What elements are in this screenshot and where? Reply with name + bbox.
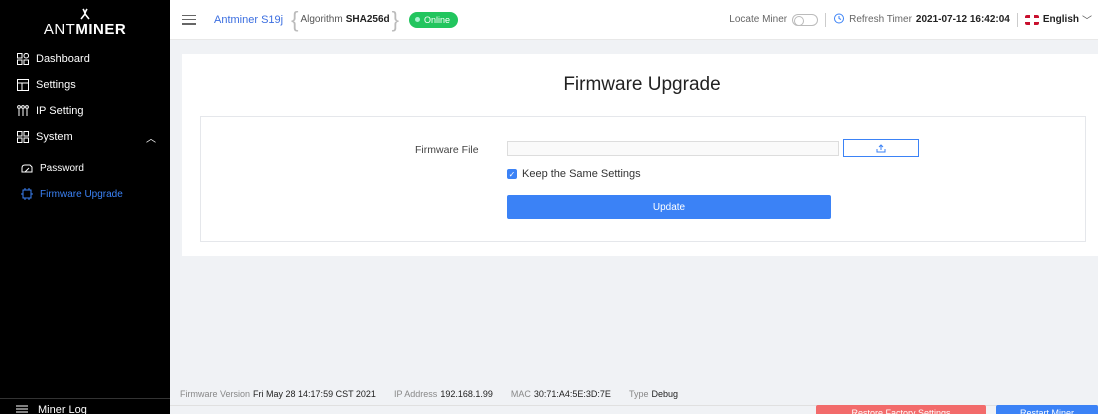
chevron-down-icon: ﹀ bbox=[1082, 16, 1092, 27]
lock-icon bbox=[20, 161, 34, 175]
restart-miner-button[interactable]: Restart Miner bbox=[996, 405, 1098, 414]
sidebar-item-settings[interactable]: Settings bbox=[0, 72, 170, 98]
upload-icon bbox=[876, 143, 886, 152]
sidebar-item-miner-log[interactable]: Miner Log bbox=[0, 398, 170, 414]
header-right: Locate Miner Refresh Timer 2021-07-12 16… bbox=[729, 12, 1098, 27]
sidebar-item-label: Settings bbox=[36, 79, 76, 91]
firmware-form-card: Firmware File ✓ Keep the Same Settings U… bbox=[200, 116, 1086, 242]
keep-settings-option[interactable]: ✓ Keep the Same Settings bbox=[507, 168, 641, 180]
firmware-version-label: Firmware Version bbox=[180, 389, 251, 399]
locate-miner-toggle[interactable] bbox=[792, 13, 819, 26]
mac-value: 30:71:A4:5E:3D:7E bbox=[533, 389, 611, 399]
firmware-file-input[interactable] bbox=[507, 141, 839, 156]
uk-flag-icon bbox=[1024, 14, 1039, 25]
dashboard-icon bbox=[16, 52, 30, 66]
divider bbox=[1016, 12, 1018, 27]
locate-miner-label: Locate Miner bbox=[729, 14, 788, 25]
brand-name: ANTMINER bbox=[43, 21, 127, 38]
miner-model: Antminer S19j bbox=[214, 13, 284, 26]
sidebar-item-ip-setting[interactable]: IP Setting bbox=[0, 98, 170, 124]
language-selector[interactable]: English ﹀ bbox=[1024, 12, 1092, 27]
ant-logo-icon bbox=[80, 8, 90, 20]
settings-icon bbox=[16, 78, 30, 92]
sidebar-item-label: Firmware Upgrade bbox=[40, 188, 123, 200]
refresh-timer-value: 2021-07-12 16:42:04 bbox=[915, 14, 1010, 25]
sidebar-item-system[interactable]: System ︿ bbox=[0, 124, 170, 150]
keep-settings-checkbox[interactable]: ✓ bbox=[507, 169, 517, 179]
network-icon bbox=[16, 104, 30, 118]
divider bbox=[825, 12, 827, 27]
firmware-file-label: Firmware File bbox=[415, 144, 479, 156]
sidebar: ANTMINER Dashboard Settings IP Setting S… bbox=[0, 0, 170, 414]
firmware-version-value: Fri May 28 14:17:59 CST 2021 bbox=[253, 389, 376, 399]
sidebar-item-label: Password bbox=[40, 162, 84, 174]
status-dot-icon bbox=[414, 17, 420, 22]
refresh-icon[interactable] bbox=[833, 12, 845, 27]
upload-button[interactable] bbox=[843, 139, 919, 157]
type-label: Type bbox=[628, 389, 649, 399]
type-value: Debug bbox=[651, 389, 678, 399]
page-title: Firmware Upgrade bbox=[563, 74, 721, 95]
sidebar-item-label: IP Setting bbox=[36, 105, 84, 117]
menu-toggle-icon[interactable] bbox=[182, 14, 196, 25]
algorithm-label: Algorithm bbox=[300, 14, 343, 25]
algorithm-info: { Algorithm SHA256d } bbox=[291, 6, 399, 32]
system-icon bbox=[16, 130, 30, 144]
sidebar-item-label: System bbox=[36, 131, 73, 143]
device-info: Firmware Version Fri May 28 14:17:59 CST… bbox=[180, 389, 696, 399]
sidebar-item-password[interactable]: Password bbox=[0, 155, 170, 181]
top-header: Antminer S19j { Algorithm SHA256d } Onli… bbox=[170, 0, 1098, 40]
keep-settings-label: Keep the Same Settings bbox=[522, 168, 641, 180]
refresh-timer-label: Refresh Timer bbox=[849, 14, 912, 25]
ip-address-value: 192.168.1.99 bbox=[440, 389, 493, 399]
brand-logo: ANTMINER bbox=[0, 0, 170, 46]
status-badge: Online bbox=[408, 11, 458, 28]
footer: Firmware Version Fri May 28 14:17:59 CST… bbox=[170, 389, 1098, 414]
log-icon bbox=[16, 404, 30, 414]
sidebar-item-label: Dashboard bbox=[36, 53, 90, 65]
mac-label: MAC bbox=[510, 389, 531, 399]
sidebar-item-label: Miner Log bbox=[38, 403, 87, 414]
ip-address-label: IP Address bbox=[393, 389, 438, 399]
chip-icon bbox=[20, 187, 34, 201]
sidebar-item-firmware-upgrade[interactable]: Firmware Upgrade bbox=[0, 181, 170, 207]
sidebar-item-dashboard[interactable]: Dashboard bbox=[0, 46, 170, 72]
algorithm-value: SHA256d bbox=[345, 14, 390, 25]
chevron-up-icon: ︿ bbox=[146, 133, 156, 145]
main-content: Firmware Upgrade Firmware File ✓ Keep th… bbox=[182, 54, 1098, 256]
update-button[interactable]: Update bbox=[507, 195, 831, 219]
restore-factory-button[interactable]: Restore Factory Settings bbox=[816, 405, 986, 414]
